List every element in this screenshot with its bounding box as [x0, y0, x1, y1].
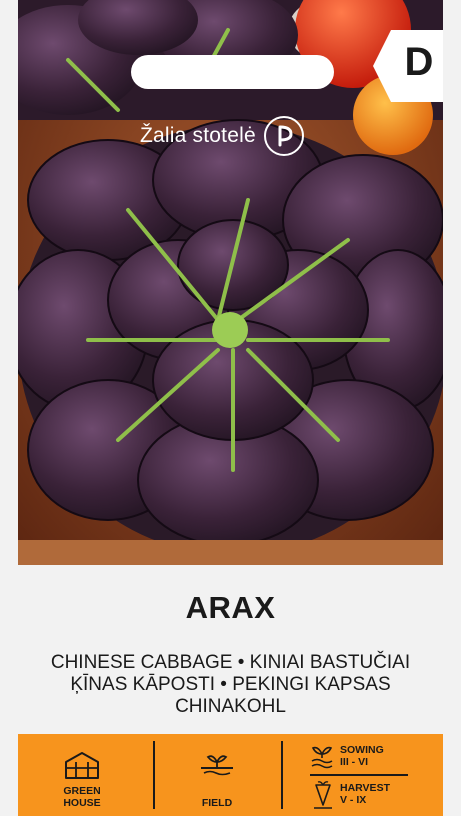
harvest-icon — [312, 781, 334, 815]
info-bar: GREEN HOUSE FIELD SOWING III - VI HARVES… — [18, 734, 443, 816]
separator — [310, 774, 408, 776]
product-title: ARAX — [185, 590, 276, 625]
harvest-label: HARVEST V - IX — [340, 782, 390, 806]
separator — [153, 741, 155, 809]
field-label: FIELD — [201, 797, 233, 809]
sowing-label: SOWING III - VI — [340, 744, 384, 768]
category-letter: D — [404, 40, 434, 84]
zalia-stotele-logo-icon — [263, 116, 304, 156]
label-pill — [131, 55, 334, 89]
field-icon — [199, 751, 235, 781]
brand: Žalia stotelė — [140, 116, 304, 156]
sowing-icon — [310, 743, 334, 773]
product-name-line: CHINAKOHL — [175, 696, 286, 717]
category-badge: D — [373, 30, 443, 102]
separator — [281, 741, 283, 809]
product-name-line: CHINESE CABBAGE • KINIAI BASTUČIAI — [50, 652, 411, 673]
brand-name: Žalia stotelė — [140, 124, 256, 147]
product-name-line: ĶĪNAS KĀPOSTI • PEKINGI KAPSAS — [70, 674, 391, 695]
greenhouse-label: GREEN HOUSE — [63, 785, 101, 809]
product-names: CHINESE CABBAGE • KINIAI BASTUČIAI ĶĪNAS… — [0, 652, 461, 718]
greenhouse-icon — [64, 751, 100, 783]
